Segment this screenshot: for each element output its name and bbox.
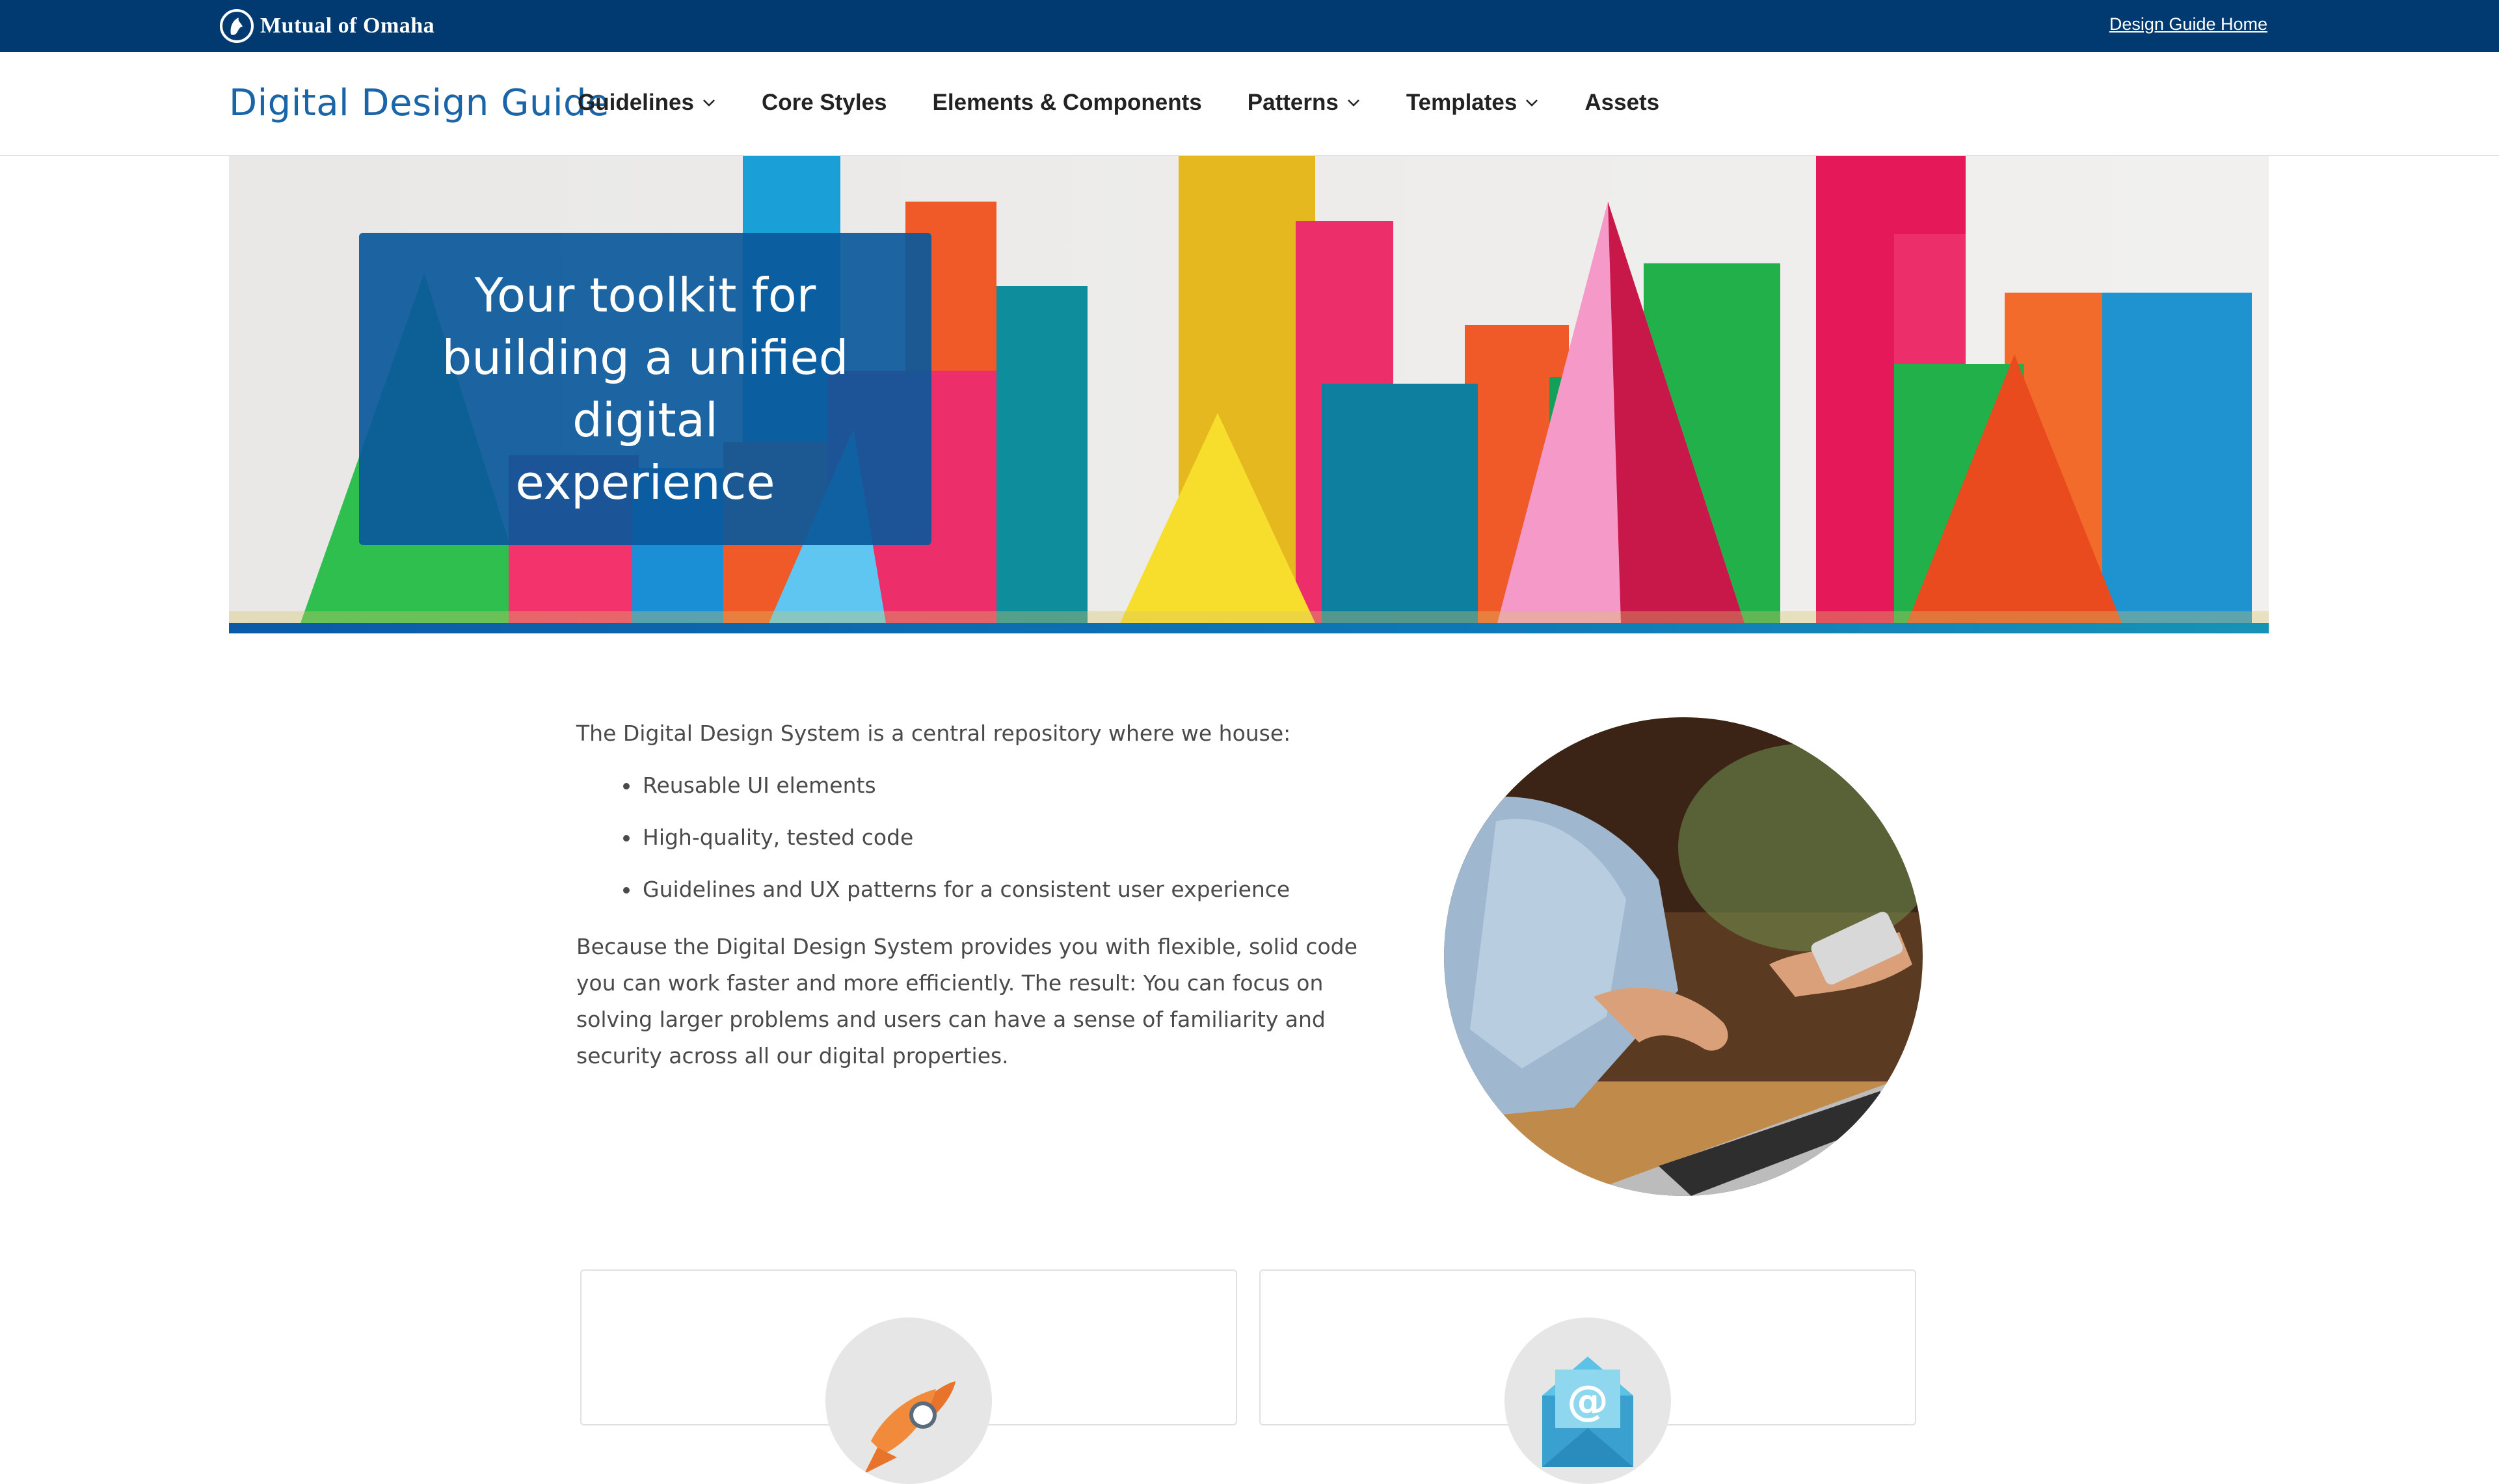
nav-item-label: Elements & Components [932,90,1202,115]
nav-item-guidelines[interactable]: Guidelines [578,90,716,116]
mutual-of-omaha-logo[interactable]: Mutual of Omaha [220,7,434,46]
nav-item-assets[interactable]: Assets [1584,90,1659,116]
list-item: High-quality, tested code [623,825,1402,851]
nav-menu: Guidelines Core Styles Elements & Compon… [578,90,1705,116]
nav-item-label: Guidelines [578,90,694,115]
chevron-down-icon [1347,99,1359,107]
feature-card[interactable]: @ [1259,1269,1916,1484]
feature-list: Reusable UI elements High-quality, teste… [576,773,1402,903]
nav-item-label: Core Styles [761,90,887,115]
nav-item-patterns[interactable]: Patterns [1248,90,1361,116]
logo-wordmark: Mutual of Omaha [260,14,435,38]
feature-card[interactable] [580,1269,1237,1484]
svg-text:@: @ [1567,1377,1609,1425]
nav-item-elements-components[interactable]: Elements & Components [933,90,1202,116]
indian-head-logo-icon [220,9,254,43]
nav-item-templates[interactable]: Templates [1406,90,1540,116]
chevron-down-icon [703,99,715,107]
rocket-icon [825,1318,992,1484]
site-brand[interactable]: Digital Design Guide [229,82,609,124]
nav-item-label: Patterns [1247,90,1339,115]
nav-item-label: Assets [1584,90,1660,115]
hero-callout: Your toolkit for building a unified digi… [359,233,931,545]
person-using-laptop-image [1444,717,1923,1196]
email-at-icon: @ [1504,1318,1671,1484]
main-nav: Digital Design Guide Guidelines Core Sty… [0,52,2499,156]
design-guide-home-link[interactable]: Design Guide Home [2109,14,2267,34]
intro-section: The Digital Design System is a central r… [576,715,1402,1074]
list-item: Reusable UI elements [623,773,1402,799]
list-item: Guidelines and UX patterns for a consist… [623,877,1402,903]
intro-lead: The Digital Design System is a central r… [576,721,1291,746]
hero-title: Your toolkit for building a unified digi… [442,268,849,510]
utility-bar: Mutual of Omaha Design Guide Home [0,0,2499,52]
hero-accent-strip [229,623,2269,633]
nav-item-label: Templates [1406,90,1517,115]
nav-item-core-styles[interactable]: Core Styles [762,90,887,116]
chevron-down-icon [1526,99,1538,107]
intro-body: Because the Digital Design System provid… [576,934,1357,1068]
